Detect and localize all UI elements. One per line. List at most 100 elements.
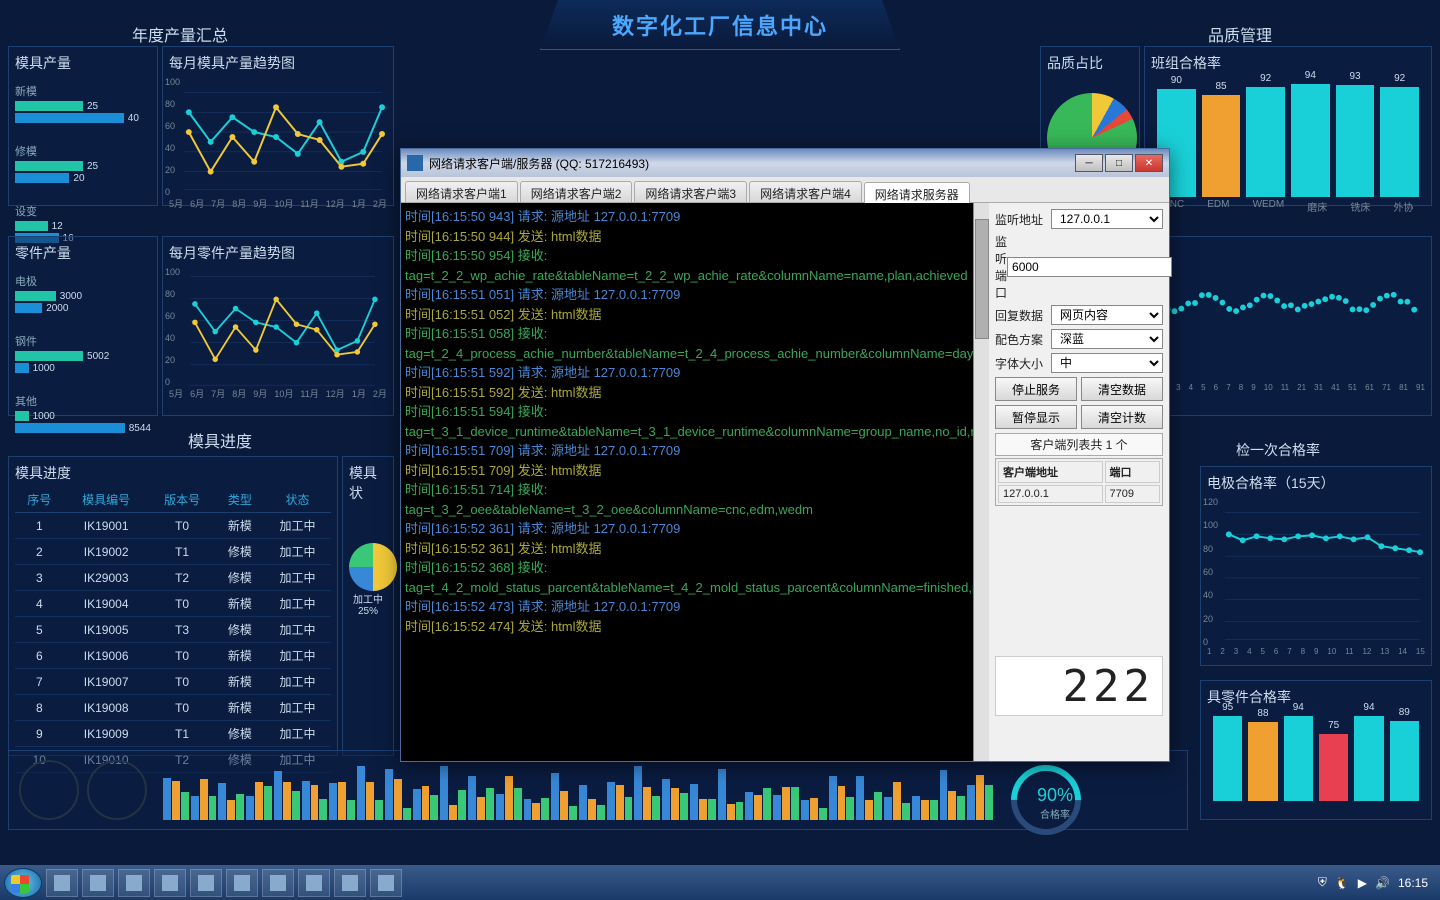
table-row[interactable]: 1IK19001T0新模加工中 bbox=[15, 513, 331, 539]
console-line: tag=t_2_4_process_achie_number&tableName… bbox=[405, 344, 985, 364]
modal-titlebar[interactable]: 网络请求客户端/服务器 (QQ: 517216493) ─ □ ✕ bbox=[401, 149, 1169, 177]
page-title: 数字化工厂信息中心 bbox=[612, 9, 828, 41]
client-table: 客户端地址端口 127.0.0.17709 bbox=[995, 458, 1163, 506]
table-row[interactable]: 127.0.0.17709 bbox=[998, 485, 1160, 503]
tab[interactable]: 网络请求客户端1 bbox=[405, 181, 518, 202]
label: 配色方案 bbox=[995, 331, 1051, 348]
tray-icon[interactable]: ⛨ bbox=[1318, 875, 1327, 890]
color-scheme-select[interactable]: 深蓝 bbox=[1051, 329, 1163, 349]
table-row[interactable]: 2IK19002T1修模加工中 bbox=[15, 539, 331, 565]
clear-data-button[interactable]: 清空数据 bbox=[1081, 377, 1163, 401]
panel-title: 每月零件产量趋势图 bbox=[169, 243, 387, 263]
panel-team-pass: 班组合格率 908592949392 CNCEDMWEDM磨床铣床外协 bbox=[1144, 46, 1432, 206]
stop-service-button[interactable]: 停止服务 bbox=[995, 377, 1077, 401]
app-icon bbox=[407, 155, 423, 171]
minimize-button[interactable]: ─ bbox=[1075, 154, 1103, 172]
panel-title: 模具进度 bbox=[15, 463, 331, 483]
bar: 92 bbox=[1380, 87, 1419, 197]
panel-pass-trend: 12345678910112131415161718191 bbox=[1144, 236, 1432, 416]
console-line: 时间[16:15:52 361] 请求: 源地址 127.0.0.1:7709 bbox=[405, 519, 985, 539]
label: 回复数据 bbox=[995, 307, 1051, 324]
section-title-quality: 品质管理 bbox=[1140, 22, 1340, 46]
panel-title: 零件产量 bbox=[15, 243, 151, 263]
tray-icon[interactable]: ▶ bbox=[1358, 876, 1367, 890]
taskbar-item[interactable] bbox=[226, 869, 258, 897]
console-output[interactable]: 时间[16:15:50 943] 请求: 源地址 127.0.0.1:7709 时… bbox=[401, 203, 989, 761]
console-line: tag=t_3_2_oee&tableName=t_3_2_oee&column… bbox=[405, 500, 985, 520]
console-line: tag=t_3_1_device_runtime&tableName=t_3_1… bbox=[405, 422, 985, 442]
table-row[interactable]: 4IK19004T0新模加工中 bbox=[15, 591, 331, 617]
clear-count-button[interactable]: 清空计数 bbox=[1081, 405, 1163, 429]
grouped-bars bbox=[163, 760, 993, 820]
tab[interactable]: 网络请求客户端2 bbox=[520, 181, 633, 202]
tab[interactable]: 网络请求服务器 bbox=[864, 182, 970, 203]
volume-icon[interactable]: 🔊 bbox=[1375, 876, 1390, 890]
hbar-group: 修模 25 20 bbox=[15, 143, 151, 183]
font-size-select[interactable]: 中 bbox=[1051, 353, 1163, 373]
panel-elec-pass: 电极合格率（15天） 120100806040200 1234567891011… bbox=[1200, 466, 1432, 666]
console-line: 时间[16:15:50 954] 接收: bbox=[405, 246, 985, 266]
panel-title: 模具产量 bbox=[15, 53, 151, 73]
taskbar-item[interactable] bbox=[370, 869, 402, 897]
taskbar-item[interactable] bbox=[334, 869, 366, 897]
bar: 89 bbox=[1390, 721, 1419, 801]
close-button[interactable]: ✕ bbox=[1135, 154, 1163, 172]
maximize-button[interactable]: □ bbox=[1105, 154, 1133, 172]
scrollbar[interactable] bbox=[973, 203, 989, 761]
reply-data-select[interactable]: 网页内容 bbox=[1051, 305, 1163, 325]
console-line: 时间[16:15:51 594] 接收: bbox=[405, 402, 985, 422]
label: 监听端口 bbox=[995, 233, 1007, 301]
console-line: 时间[16:15:51 592] 请求: 源地址 127.0.0.1:7709 bbox=[405, 363, 985, 383]
console-line: 时间[16:15:51 709] 发送: html数据 bbox=[405, 461, 985, 481]
start-button[interactable] bbox=[4, 868, 42, 898]
clock[interactable]: 16:15 bbox=[1398, 876, 1428, 890]
taskbar-item[interactable] bbox=[298, 869, 330, 897]
pie-icon bbox=[349, 543, 397, 591]
console-line: 时间[16:15:51 709] 请求: 源地址 127.0.0.1:7709 bbox=[405, 441, 985, 461]
taskbar-item[interactable] bbox=[118, 869, 150, 897]
table-row[interactable]: 3IK29003T2修模加工中 bbox=[15, 565, 331, 591]
panel-mold-trend: 每月模具产量趋势图 100806040200 5月6月7月8月9月10月11月1… bbox=[162, 46, 394, 206]
pie-label: 加工中25% bbox=[349, 591, 387, 617]
panel-bottom: 90%合格率 bbox=[8, 750, 1188, 830]
tab[interactable]: 网络请求客户端4 bbox=[749, 181, 862, 202]
taskbar-item[interactable] bbox=[262, 869, 294, 897]
console-line: 时间[16:15:51 714] 接收: bbox=[405, 480, 985, 500]
table-row[interactable]: 8IK19008T0新模加工中 bbox=[15, 695, 331, 721]
table-row[interactable]: 9IK19009T1修模加工中 bbox=[15, 721, 331, 747]
tab[interactable]: 网络请求客户端3 bbox=[634, 181, 747, 202]
pause-display-button[interactable]: 暂停显示 bbox=[995, 405, 1077, 429]
listen-port-input[interactable] bbox=[1007, 257, 1172, 277]
table-row[interactable]: 7IK19007T0新模加工中 bbox=[15, 669, 331, 695]
console-line: 时间[16:15:51 052] 发送: html数据 bbox=[405, 305, 985, 325]
bar: 94 bbox=[1291, 84, 1330, 197]
bar: 85 bbox=[1202, 95, 1241, 197]
panel-part-pass: 具零件合格率 958894759489 bbox=[1200, 680, 1432, 820]
panel-part-capacity: 零件产量 电极 3000 2000 钢件 5002 1000 其他 1000 8… bbox=[8, 236, 158, 416]
gauge-icon bbox=[19, 760, 79, 820]
section-title-mold-progress: 模具进度 bbox=[120, 428, 320, 452]
bar: 75 bbox=[1319, 734, 1348, 802]
taskbar-item[interactable] bbox=[190, 869, 222, 897]
table-row[interactable]: 5IK19005T3修模加工中 bbox=[15, 617, 331, 643]
panel-title: 班组合格率 bbox=[1151, 53, 1425, 73]
bar: 94 bbox=[1284, 716, 1313, 801]
scrollbar-thumb[interactable] bbox=[975, 219, 989, 339]
digital-counter: 222 bbox=[995, 656, 1163, 716]
tray-icon[interactable]: 🐧 bbox=[1335, 876, 1350, 890]
scatter-chart bbox=[1151, 243, 1425, 383]
line-chart: 100806040200 bbox=[169, 77, 387, 197]
bar: 94 bbox=[1354, 716, 1383, 801]
console-line: 时间[16:15:50 943] 请求: 源地址 127.0.0.1:7709 bbox=[405, 207, 985, 227]
console-line: tag=t_2_2_wp_achie_rate&tableName=t_2_2_… bbox=[405, 266, 985, 286]
bar: 88 bbox=[1248, 722, 1277, 801]
taskbar-item[interactable] bbox=[82, 869, 114, 897]
taskbar-item[interactable] bbox=[46, 869, 78, 897]
taskbar-item[interactable] bbox=[154, 869, 186, 897]
progress-text: 90%合格率 bbox=[1037, 785, 1073, 821]
page-header: 数字化工厂信息中心 bbox=[540, 0, 900, 50]
listen-addr-select[interactable]: 127.0.0.1 bbox=[1051, 209, 1163, 229]
table-row[interactable]: 6IK19006T0新模加工中 bbox=[15, 643, 331, 669]
panel-mold-status: 模具状 加工中25% bbox=[342, 456, 394, 756]
panel-title: 电极合格率（15天） bbox=[1207, 473, 1425, 493]
